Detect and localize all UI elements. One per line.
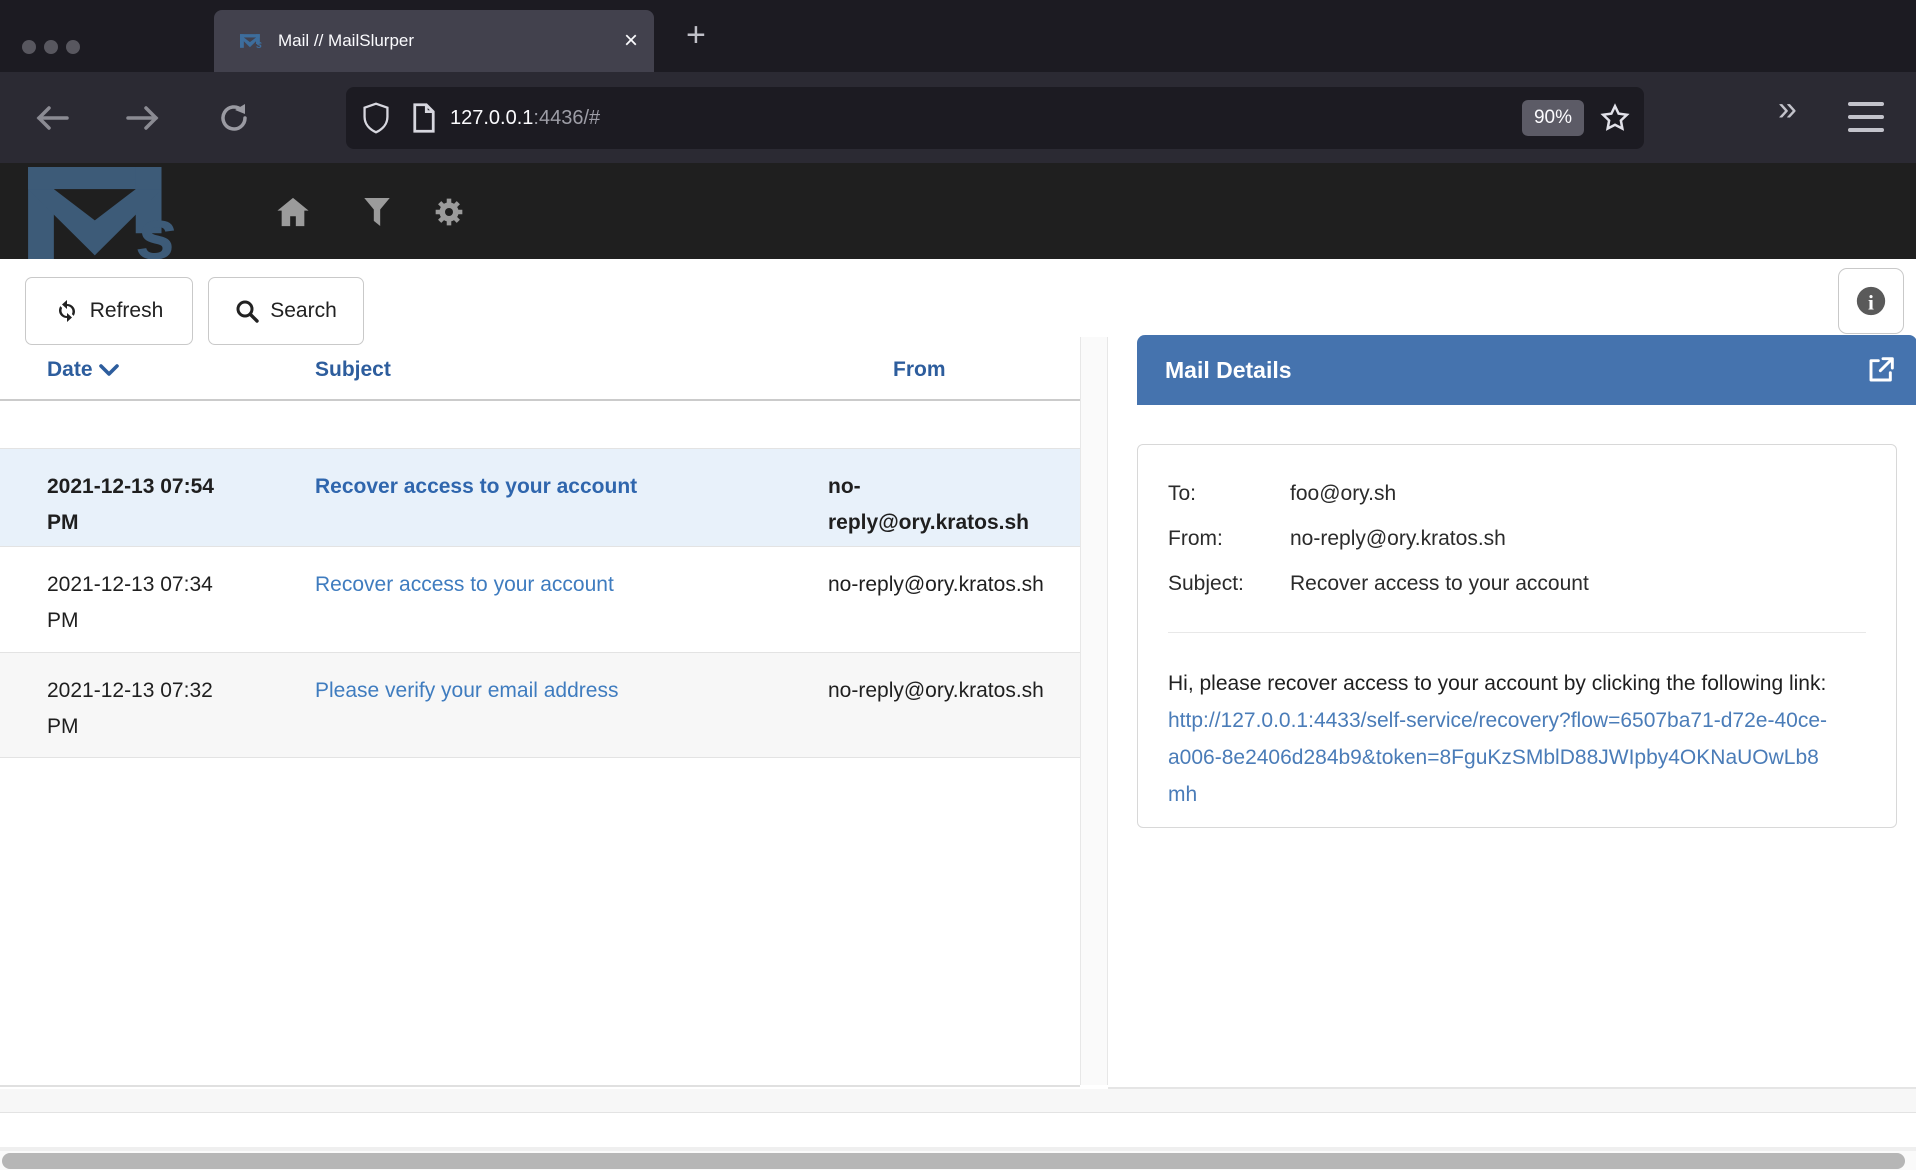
refresh-icon [55, 299, 79, 323]
filter-icon[interactable] [360, 195, 394, 229]
shield-icon[interactable] [362, 102, 390, 134]
column-header-subject[interactable]: Subject [315, 358, 391, 382]
refresh-button[interactable]: Refresh [25, 277, 193, 345]
svg-text:i: i [1868, 291, 1874, 315]
mail-list-row[interactable]: 2021-12-13 07:32 PM Please verify your e… [0, 652, 1080, 758]
browser-nav-bar: 127.0.0.1:4436/# 90% » [0, 72, 1916, 163]
svg-text:s: s [256, 39, 262, 51]
browser-window: s Mail // MailSlurper × + 127.0.0.1:4436… [0, 0, 1916, 1170]
meta-to: To: foo@ory.sh [1168, 471, 1866, 516]
horizontal-scrollbar-track[interactable] [0, 1151, 1916, 1170]
list-bottom-border [0, 1085, 1080, 1087]
overflow-chevrons-icon[interactable]: » [1778, 90, 1793, 129]
browser-tab-bar: s Mail // MailSlurper × + [0, 0, 1916, 72]
app-header: s [0, 163, 1916, 259]
row-subject-link[interactable]: Recover access to your account [315, 573, 614, 596]
row-date: 2021-12-13 07:32 PM [47, 673, 232, 745]
home-icon[interactable] [276, 195, 310, 229]
url-bar[interactable]: 127.0.0.1:4436/# 90% [346, 87, 1644, 149]
from-label: From: [1168, 516, 1290, 561]
row-date: 2021-12-13 07:54 PM [47, 469, 232, 541]
mail-details-title: Mail Details [1165, 357, 1865, 384]
refresh-label: Refresh [90, 299, 164, 323]
vertical-scrollbar-track[interactable] [1080, 337, 1108, 1085]
url-host: 127.0.0.1 [450, 107, 533, 129]
window-control-dot[interactable] [22, 40, 36, 54]
subject-value: Recover access to your account [1290, 561, 1866, 606]
recovery-link[interactable]: http://127.0.0.1:4433/self-service/recov… [1168, 709, 1827, 806]
row-subject-link[interactable]: Please verify your email address [315, 679, 618, 702]
external-link-icon[interactable] [1865, 354, 1897, 386]
meta-from: From: no-reply@ory.kratos.sh [1168, 516, 1866, 561]
reload-icon[interactable] [212, 96, 256, 140]
subject-label: Subject: [1168, 561, 1290, 606]
column-header-from[interactable]: From [893, 358, 946, 382]
search-button[interactable]: Search [208, 277, 364, 345]
sort-desc-icon [99, 363, 119, 377]
to-label: To: [1168, 471, 1290, 516]
meta-subject: Subject: Recover access to your account [1168, 561, 1866, 606]
search-icon [235, 299, 259, 323]
forward-icon[interactable] [121, 96, 165, 140]
footer-strip [0, 1089, 1916, 1113]
gear-icon[interactable] [432, 195, 466, 229]
mailslurper-favicon: s [240, 31, 266, 51]
page-icon[interactable] [412, 103, 436, 133]
column-header-date[interactable]: Date [47, 358, 119, 382]
mail-body: Hi, please recover access to your accoun… [1168, 665, 1828, 813]
row-from: no-reply@ory.kratos.sh [828, 567, 1046, 603]
row-date: 2021-12-13 07:34 PM [47, 567, 232, 639]
row-subject-link[interactable]: Recover access to your account [315, 475, 637, 498]
row-from: no-reply@ory.kratos.sh [828, 469, 1046, 541]
header-divider [0, 399, 1108, 401]
bookmark-star-icon[interactable] [1600, 103, 1630, 133]
mailslurper-logo: s [23, 167, 208, 259]
menu-icon[interactable] [1848, 102, 1884, 132]
new-tab-button[interactable]: + [686, 16, 706, 55]
search-label: Search [270, 299, 337, 323]
close-tab-icon[interactable]: × [624, 29, 638, 53]
details-divider [1168, 632, 1866, 633]
mail-body-text: Hi, please recover access to your accoun… [1168, 672, 1826, 695]
mail-list-row[interactable]: 2021-12-13 07:34 PM Recover access to yo… [0, 546, 1080, 652]
info-icon: i [1854, 284, 1888, 318]
browser-tab[interactable]: s Mail // MailSlurper × [214, 10, 654, 72]
mail-details-header: Mail Details [1137, 335, 1916, 405]
info-button[interactable]: i [1838, 268, 1904, 334]
window-control-dot[interactable] [44, 40, 58, 54]
svg-text:s: s [137, 195, 177, 259]
zoom-level-badge[interactable]: 90% [1522, 100, 1584, 136]
back-icon[interactable] [30, 96, 74, 140]
horizontal-scrollbar-thumb[interactable] [2, 1153, 1905, 1169]
row-from: no-reply@ory.kratos.sh [828, 673, 1046, 709]
mail-details-card: To: foo@ory.sh From: no-reply@ory.kratos… [1137, 444, 1897, 828]
url-path: :4436/# [533, 107, 600, 129]
url-text: 127.0.0.1:4436/# [450, 107, 600, 130]
tab-title: Mail // MailSlurper [278, 31, 624, 51]
window-control-dot[interactable] [66, 40, 80, 54]
from-value: no-reply@ory.kratos.sh [1290, 516, 1866, 561]
to-value: foo@ory.sh [1290, 471, 1866, 516]
mail-list-row-selected[interactable]: 2021-12-13 07:54 PM Recover access to yo… [0, 448, 1080, 546]
